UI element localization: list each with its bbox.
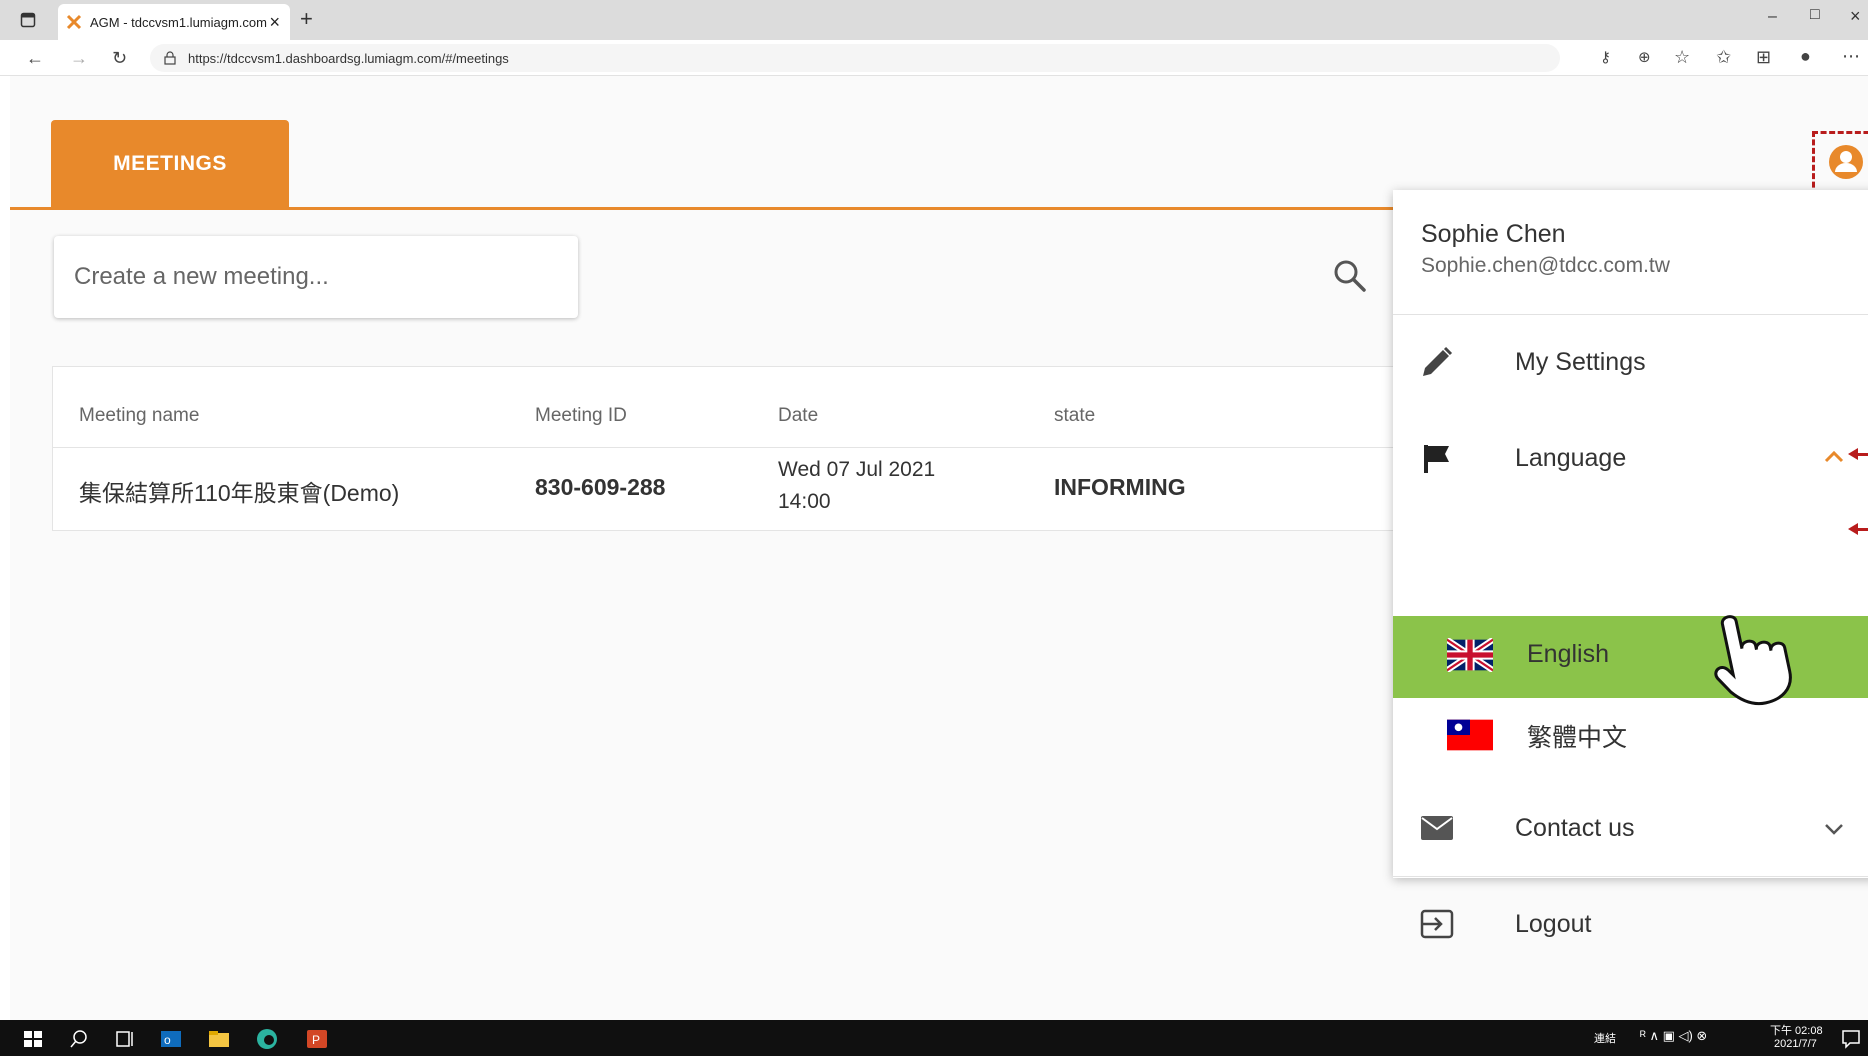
user-dropdown-menu: Sophie Chen Sophie.chen@tdcc.com.tw My S… — [1393, 190, 1868, 939]
meeting-state: INFORMING — [1054, 474, 1186, 500]
svg-text:o: o — [164, 1033, 171, 1047]
clock-time[interactable]: 下午 02:08 — [1770, 1022, 1823, 1038]
uk-flag-icon — [1447, 638, 1493, 672]
search-icon[interactable] — [1330, 256, 1370, 296]
tray-icons[interactable]: ᴿ ∧ ▣ ◁) ⊗ — [1640, 1028, 1707, 1044]
logout-icon — [1420, 909, 1454, 939]
menu-label-contact: Contact us — [1515, 814, 1635, 842]
powerpoint-icon[interactable]: P — [306, 1028, 328, 1050]
hand-pointer-icon — [1714, 615, 1792, 706]
back-icon[interactable]: ← — [26, 48, 44, 68]
maximize-button[interactable]: □ — [1810, 6, 1820, 24]
header-meeting-id[interactable]: Meeting ID — [535, 405, 627, 427]
tab-title: AGM - tdccvsm1.lumiagm.com — [90, 14, 267, 30]
clock-date[interactable]: 2021/7/7 — [1774, 1038, 1817, 1050]
chevron-down-icon[interactable] — [1823, 822, 1845, 838]
meeting-time: 14:00 — [778, 490, 831, 513]
meetings-table: Meeting name Meeting ID Date state 集保結算所… — [52, 366, 1452, 531]
close-window-button[interactable]: × — [1850, 6, 1861, 27]
menu-item-my-settings[interactable]: My Settings — [1393, 316, 1868, 410]
url-text: https://tdccvsm1.dashboardsg.lumiagm.com… — [188, 50, 509, 66]
menu-label-settings: My Settings — [1515, 348, 1646, 376]
edge-icon[interactable] — [256, 1028, 278, 1050]
tab-close-icon[interactable]: × — [269, 12, 280, 33]
user-account-icon[interactable] — [1828, 144, 1864, 180]
table-row[interactable]: 集保結算所110年股東會(Demo) 830-609-288 Wed 07 Ju… — [53, 448, 1451, 532]
windows-taskbar: o P 連結 ᴿ ∧ ▣ ◁) ⊗ 下午 02:08 2021/7/7 — [0, 1020, 1868, 1056]
address-bar: ← → ↻ https://tdccvsm1.dashboardsg.lumia… — [0, 40, 1868, 76]
more-icon[interactable]: ⋯ — [1842, 46, 1860, 66]
minimize-button[interactable]: – — [1768, 8, 1777, 26]
outlook-icon[interactable]: o — [160, 1028, 182, 1050]
zoom-icon[interactable]: ⊕ — [1638, 48, 1651, 68]
key-icon[interactable]: ⚷ — [1600, 48, 1611, 68]
meeting-date: Wed 07 Jul 2021 — [778, 458, 936, 481]
header-date[interactable]: Date — [778, 405, 818, 427]
search-taskbar-icon[interactable] — [68, 1028, 90, 1050]
menu-label-logout: Logout — [1515, 910, 1592, 938]
menu-label-language: Language — [1515, 444, 1627, 472]
forward-icon[interactable]: → — [70, 48, 88, 68]
refresh-icon[interactable]: ↻ — [112, 48, 127, 68]
flag-icon — [1424, 445, 1449, 473]
mail-icon — [1421, 816, 1453, 840]
pencil-icon — [1423, 346, 1453, 376]
tab-actions-icon[interactable] — [20, 12, 36, 28]
app-page: MEETINGS Meeting name Meeting ID Date st… — [10, 76, 1868, 1020]
url-field[interactable]: https://tdccvsm1.dashboardsg.lumiagm.com… — [150, 44, 1560, 72]
taiwan-flag-icon — [1447, 719, 1493, 751]
chevron-up-icon[interactable] — [1823, 448, 1845, 464]
menu-item-language[interactable]: Language — [1393, 410, 1868, 506]
lumi-favicon-icon — [66, 14, 82, 30]
menu-divider — [1393, 876, 1868, 877]
profile-icon[interactable]: ● — [1800, 46, 1811, 66]
notification-icon[interactable] — [1840, 1028, 1862, 1050]
svg-text:P: P — [312, 1033, 320, 1047]
new-tab-button[interactable]: + — [300, 6, 313, 32]
menu-divider — [1393, 314, 1868, 315]
menu-item-contact-us[interactable]: Contact us — [1393, 782, 1868, 876]
meeting-name: 集保結算所110年股東會(Demo) — [79, 480, 400, 506]
header-meeting-name[interactable]: Meeting name — [79, 405, 199, 427]
task-view-icon[interactable] — [114, 1028, 136, 1050]
favorite-star-icon[interactable]: ☆ — [1674, 47, 1690, 67]
language-label-english: English — [1527, 640, 1609, 668]
windows-start-icon[interactable] — [22, 1028, 44, 1050]
lock-icon — [164, 51, 176, 65]
taskbar-lang-label[interactable]: 連結 — [1594, 1030, 1616, 1046]
user-name: Sophie Chen — [1421, 220, 1566, 248]
annotation-arrow-head-chinese — [1848, 523, 1858, 535]
browser-tab[interactable]: AGM - tdccvsm1.lumiagm.com × — [58, 4, 290, 40]
browser-tab-bar: AGM - tdccvsm1.lumiagm.com × + – □ × — [0, 0, 1868, 40]
annotation-arrow-head-language — [1848, 448, 1858, 460]
language-option-chinese[interactable]: 繁體中文 — [1393, 698, 1868, 778]
favorites-list-icon[interactable]: ✩ — [1716, 47, 1731, 67]
menu-item-logout[interactable]: Logout — [1393, 878, 1868, 972]
language-label-chinese: 繁體中文 — [1527, 724, 1628, 752]
collections-icon[interactable]: ⊞ — [1756, 47, 1771, 67]
user-email: Sophie.chen@tdcc.com.tw — [1421, 254, 1670, 277]
meeting-id: 830-609-288 — [535, 474, 666, 500]
file-explorer-icon[interactable] — [208, 1028, 230, 1050]
tab-meetings[interactable]: MEETINGS — [51, 120, 289, 208]
header-state[interactable]: state — [1054, 405, 1095, 427]
create-meeting-input[interactable] — [54, 236, 578, 318]
